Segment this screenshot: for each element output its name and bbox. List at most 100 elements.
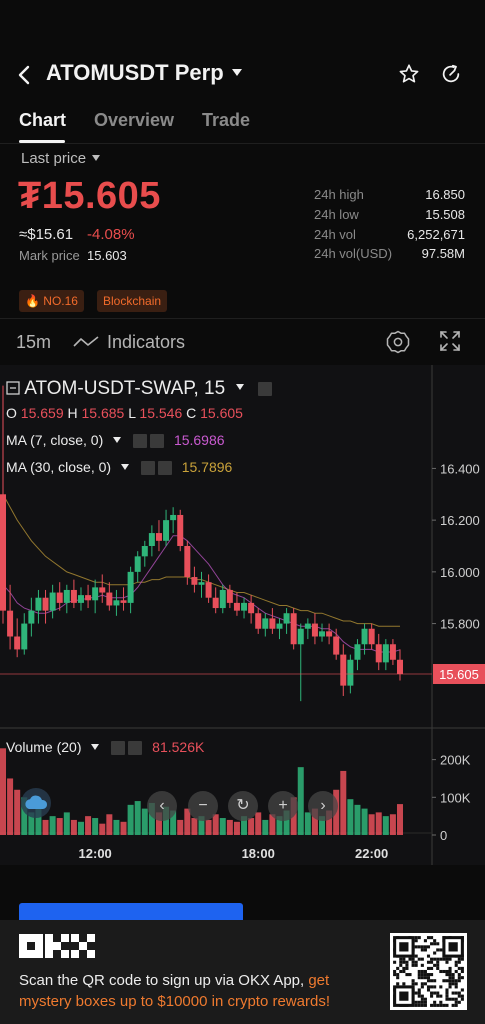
qr-module [448, 942, 458, 952]
qr-module [433, 1000, 437, 1004]
candle-body [28, 610, 35, 624]
qr-module [448, 997, 452, 1001]
tab-chart[interactable]: Chart [19, 110, 66, 131]
qr-module [451, 991, 455, 995]
promo-text[interactable]: Scan the QR code to sign up via OKX App,… [19, 970, 379, 1012]
candle-body [311, 623, 318, 637]
qr-module [414, 954, 418, 958]
qr-module [448, 982, 452, 986]
qr-module [451, 1003, 455, 1007]
qr-module [414, 960, 418, 964]
qr-module [433, 1003, 437, 1007]
volume-bar [347, 799, 354, 835]
chart-symbol-selector[interactable]: ATOM-USDT-SWAP, 15 [6, 378, 272, 400]
gear-icon[interactable] [386, 330, 410, 354]
candle-body [127, 571, 134, 603]
tab-overview[interactable]: Overview [94, 110, 174, 131]
volume-tick-label: 100K [440, 790, 471, 805]
qr-module [442, 1003, 446, 1007]
interval-selector[interactable]: 15m [16, 332, 51, 353]
qr-module [411, 979, 415, 983]
pair-selector[interactable]: ATOMUSDT Perp [46, 60, 242, 86]
qr-module [445, 991, 449, 995]
candle-body [255, 613, 262, 629]
back-arrow-icon[interactable] [14, 62, 34, 88]
reset-icon[interactable]: ↻ [228, 791, 258, 821]
zoom-out-icon[interactable]: − [188, 791, 218, 821]
candlestick-chart[interactable]: 15.605 16.400 16.200 16.000 15.800 200K 100K 0 1… [0, 365, 485, 865]
ma7-remove-icon[interactable] [150, 434, 165, 449]
page-tabs: Chart Overview Trade [0, 110, 485, 143]
scroll-right-icon[interactable]: › [308, 791, 338, 821]
qr-module [433, 951, 437, 955]
qr-module [442, 979, 446, 983]
category-tag-label: Blockchain [103, 294, 162, 308]
qr-module [414, 1000, 418, 1004]
qr-module [436, 966, 440, 970]
qr-module [454, 963, 458, 967]
qr-module [451, 997, 455, 1001]
qr-module [442, 969, 446, 974]
ma30-legend[interactable]: MA (30, close, 0) 15.7896 [6, 459, 232, 476]
ma30-remove-icon[interactable] [157, 461, 172, 476]
candle-body [290, 613, 297, 645]
volume-bar [42, 819, 49, 835]
candle-body [269, 618, 276, 629]
candle-body [333, 636, 340, 655]
qr-module [436, 957, 440, 961]
qr-module [426, 988, 431, 992]
qr-module [448, 985, 452, 989]
category-tag[interactable]: Blockchain [97, 290, 168, 312]
qr-module [423, 939, 427, 943]
share-icon[interactable] [440, 63, 462, 85]
candle-body [106, 592, 113, 606]
volume-bar [177, 819, 184, 835]
candle-body [319, 631, 326, 637]
zoom-in-icon[interactable]: + [268, 791, 298, 821]
scroll-left-icon[interactable]: ‹ [147, 791, 177, 821]
low-value: 15.546 [139, 405, 183, 421]
volume-settings-icon[interactable] [111, 741, 126, 756]
ma7-legend[interactable]: MA (7, close, 0) 15.6986 [6, 432, 225, 449]
ma7-settings-icon[interactable] [133, 434, 148, 449]
qr-module [451, 982, 455, 986]
qr-module [436, 948, 440, 952]
candle-body [113, 600, 120, 606]
qr-module [420, 963, 424, 967]
qr-module [457, 991, 461, 995]
volume-remove-icon[interactable] [128, 741, 143, 756]
qr-module [457, 973, 461, 977]
chevron-down-icon [120, 463, 129, 470]
tab-trade[interactable]: Trade [202, 110, 250, 131]
usd-price: ≈$15.61 [19, 226, 74, 243]
candle-body [141, 546, 148, 557]
symbol-settings-icon[interactable] [257, 381, 272, 396]
divider [0, 143, 485, 144]
qr-module [417, 994, 421, 998]
volume-bar [233, 821, 240, 835]
collapse-icon[interactable] [6, 381, 20, 395]
qr-module [436, 994, 440, 998]
open-value: 15.659 [20, 405, 64, 421]
candle-body [21, 623, 28, 650]
fullscreen-icon[interactable] [439, 330, 461, 352]
candle-body [155, 533, 162, 541]
indicators-button[interactable]: Indicators [107, 332, 185, 353]
qr-module [423, 997, 427, 1001]
volume-bar [340, 770, 347, 835]
ma30-settings-icon[interactable] [140, 461, 155, 476]
volume-bar [361, 808, 368, 835]
rank-tag[interactable]: 🔥 NO.16 [19, 290, 84, 312]
last-price-selector[interactable]: Last price [21, 150, 101, 167]
qr-module [433, 991, 437, 995]
qr-module [402, 982, 406, 986]
candle-body [92, 587, 99, 601]
qr-module [460, 994, 464, 998]
stat-24h-low-value: 15.508 [425, 207, 465, 222]
volume-bar [7, 778, 14, 835]
qr-module [420, 1000, 424, 1004]
favorite-star-icon[interactable] [398, 63, 420, 85]
qr-module [433, 985, 437, 989]
volume-legend[interactable]: Volume (20) 81.526K [6, 739, 204, 756]
cloud-icon[interactable] [21, 788, 51, 818]
